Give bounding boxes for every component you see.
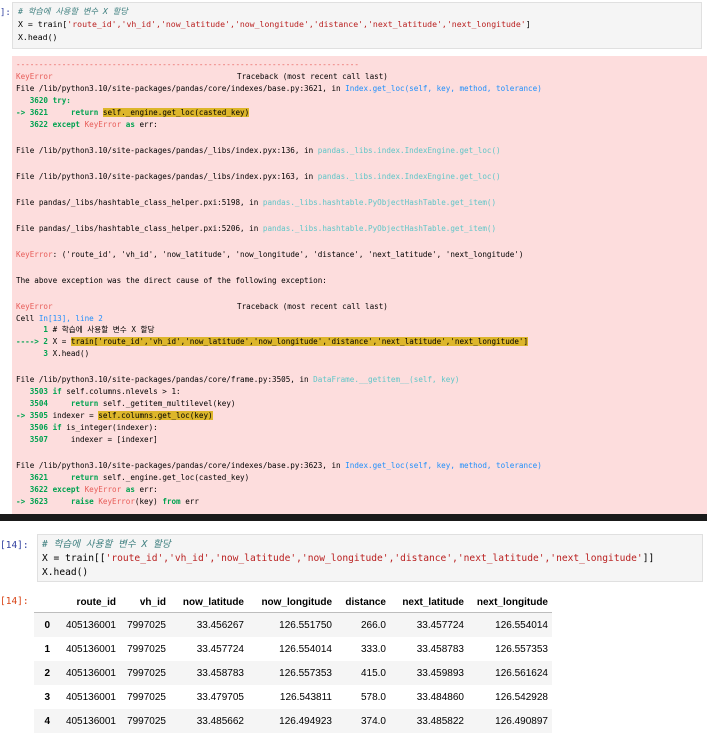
column-header: now_latitude	[182, 596, 244, 608]
code-line-3: X.head()	[18, 32, 58, 42]
traceback-line-current: -> 3505 indexer = self.columns.get_loc(k…	[16, 411, 213, 420]
traceback-frame-1: File /lib/python3.10/site-packages/panda…	[16, 84, 542, 93]
dataframe-output: route_id vh_id now_latitude now_longitud…	[34, 592, 552, 733]
table-cell: 126.542928	[495, 691, 548, 703]
column-header	[34, 592, 54, 613]
table-cell: 33.484860	[416, 691, 464, 703]
table-cell: 33.458783	[416, 643, 464, 655]
table-cell: 7997025	[127, 643, 166, 655]
table-cell: 578.0	[360, 691, 386, 703]
traceback-frame-7: File /lib/python3.10/site-packages/panda…	[16, 461, 542, 470]
table-cell: 33.485662	[196, 715, 244, 727]
exception-cause-text: The above exception was the direct cause…	[16, 276, 327, 285]
column-header: next_latitude	[402, 596, 464, 608]
column-header: route_id	[76, 596, 116, 608]
table-cell: 333.0	[360, 643, 386, 655]
cell-reference: Cell In[13], line 2	[16, 314, 103, 323]
screenshot-divider	[0, 514, 707, 521]
table-cell: 126.554014	[279, 643, 332, 655]
traceback-line: 3622 except KeyError as err:	[16, 120, 158, 129]
row-index: 4	[44, 715, 50, 727]
code-line-1: # 학습에 사용할 변수 X 할당	[42, 539, 171, 550]
cell-prompt: ]:	[0, 8, 11, 18]
table-cell: 7997025	[127, 715, 166, 727]
row-index: 1	[44, 643, 50, 655]
table-cell: 33.485822	[416, 715, 464, 727]
traceback-line: 3504 return self._getitem_multilevel(key…	[16, 399, 236, 408]
row-index: 3	[44, 691, 50, 703]
code-editor[interactable]: # 학습에 사용할 변수 X 할당 X = train['route_id','…	[12, 2, 702, 49]
input-prompt: [14]:	[0, 540, 29, 551]
table-row: 0 405136001 7997025 33.456267 126.551750…	[34, 612, 552, 637]
table-header-row: route_id vh_id now_latitude now_longitud…	[34, 592, 552, 613]
column-header: vh_id	[139, 596, 166, 608]
traceback-line: 3506 if is_integer(indexer):	[16, 423, 158, 432]
traceback-line: 3503 if self.columns.nlevels > 1:	[16, 387, 181, 396]
traceback-line: 3507 indexer = [indexer]	[16, 435, 158, 444]
traceback-frame-5: File pandas/_libs/hashtable_class_helper…	[16, 224, 497, 233]
table-cell: 415.0	[360, 667, 386, 679]
code-line-2: X = train['route_id','vh_id','now_latitu…	[18, 19, 531, 29]
code-line-1: # 학습에 사용할 변수 X 할당	[18, 6, 128, 16]
traceback-frame-2: File /lib/python3.10/site-packages/panda…	[16, 146, 501, 155]
table-cell: 33.458783	[196, 667, 244, 679]
table-cell: 405136001	[65, 619, 116, 631]
table-cell: 405136001	[65, 643, 116, 655]
traceback-line-current: -> 3623 raise KeyError(key) from err	[16, 497, 199, 506]
table-row: 4 405136001 7997025 33.485662 126.494923…	[34, 709, 552, 733]
table-cell: 33.457724	[416, 619, 464, 631]
traceback-frame-6: File /lib/python3.10/site-packages/panda…	[16, 375, 460, 384]
table-cell: 126.543811	[279, 691, 332, 703]
row-index: 0	[44, 619, 50, 631]
traceback-header-2: KeyError Traceback (most recent call last…	[16, 302, 388, 311]
table-cell: 405136001	[65, 667, 116, 679]
table-cell: 33.459893	[416, 667, 464, 679]
table-cell: 126.557353	[279, 667, 332, 679]
column-header: now_longitude	[261, 596, 332, 608]
table-cell: 405136001	[65, 691, 116, 703]
traceback-header: KeyError Traceback (most recent call last…	[16, 72, 388, 81]
traceback-line: 1 # 학습에 사용할 변수 X 할당	[16, 325, 155, 334]
keyerror-message: KeyError: ('route_id', 'vh_id', 'now_lat…	[16, 250, 524, 259]
table-cell: 266.0	[360, 619, 386, 631]
table-cell: 405136001	[65, 715, 116, 727]
table-cell: 126.551750	[279, 619, 332, 631]
table-cell: 33.457724	[196, 643, 244, 655]
table-cell: 126.557353	[495, 643, 548, 655]
table-cell: 126.490897	[495, 715, 548, 727]
traceback-line: 3620 try:	[16, 96, 71, 105]
table-cell: 33.479705	[196, 691, 244, 703]
code-line-3: X.head()	[42, 567, 89, 578]
traceback-line: 3621 return self._engine.get_loc(casted_…	[16, 473, 250, 482]
table-cell: 374.0	[360, 715, 386, 727]
traceback-line: 3622 except KeyError as err:	[16, 485, 158, 494]
code-editor[interactable]: # 학습에 사용할 변수 X 할당 X = train[['route_id',…	[37, 534, 703, 582]
traceback-frame-3: File /lib/python3.10/site-packages/panda…	[16, 172, 501, 181]
table-row: 2 405136001 7997025 33.458783 126.557353…	[34, 661, 552, 685]
output-prompt: [14]:	[0, 596, 29, 607]
column-header: distance	[345, 596, 386, 608]
traceback-separator: ----------------------------------------…	[16, 60, 359, 69]
row-index: 2	[44, 667, 50, 679]
table-cell: 7997025	[127, 667, 166, 679]
traceback-line-current: ----> 2 X = train['route_id','vh_id','no…	[16, 337, 529, 346]
table-cell: 126.554014	[495, 619, 548, 631]
table-cell: 126.494923	[279, 715, 332, 727]
code-line-2: X = train[['route_id','vh_id','now_latit…	[42, 553, 655, 564]
traceback-line: 3 X.head()	[16, 349, 90, 358]
table-cell: 7997025	[127, 691, 166, 703]
traceback-line-current: -> 3621 return self._engine.get_loc(cast…	[16, 108, 250, 117]
traceback-frame-4: File pandas/_libs/hashtable_class_helper…	[16, 198, 497, 207]
table-cell: 7997025	[127, 619, 166, 631]
table-row: 1 405136001 7997025 33.457724 126.554014…	[34, 637, 552, 661]
error-output: ----------------------------------------…	[12, 56, 707, 514]
table-cell: 33.456267	[196, 619, 244, 631]
table-row: 3 405136001 7997025 33.479705 126.543811…	[34, 685, 552, 709]
notebook-cell-13[interactable]: ]: # 학습에 사용할 변수 X 할당 X = train['route_id…	[0, 0, 707, 514]
column-header: next_longitude	[476, 596, 548, 608]
table-cell: 126.561624	[495, 667, 548, 679]
